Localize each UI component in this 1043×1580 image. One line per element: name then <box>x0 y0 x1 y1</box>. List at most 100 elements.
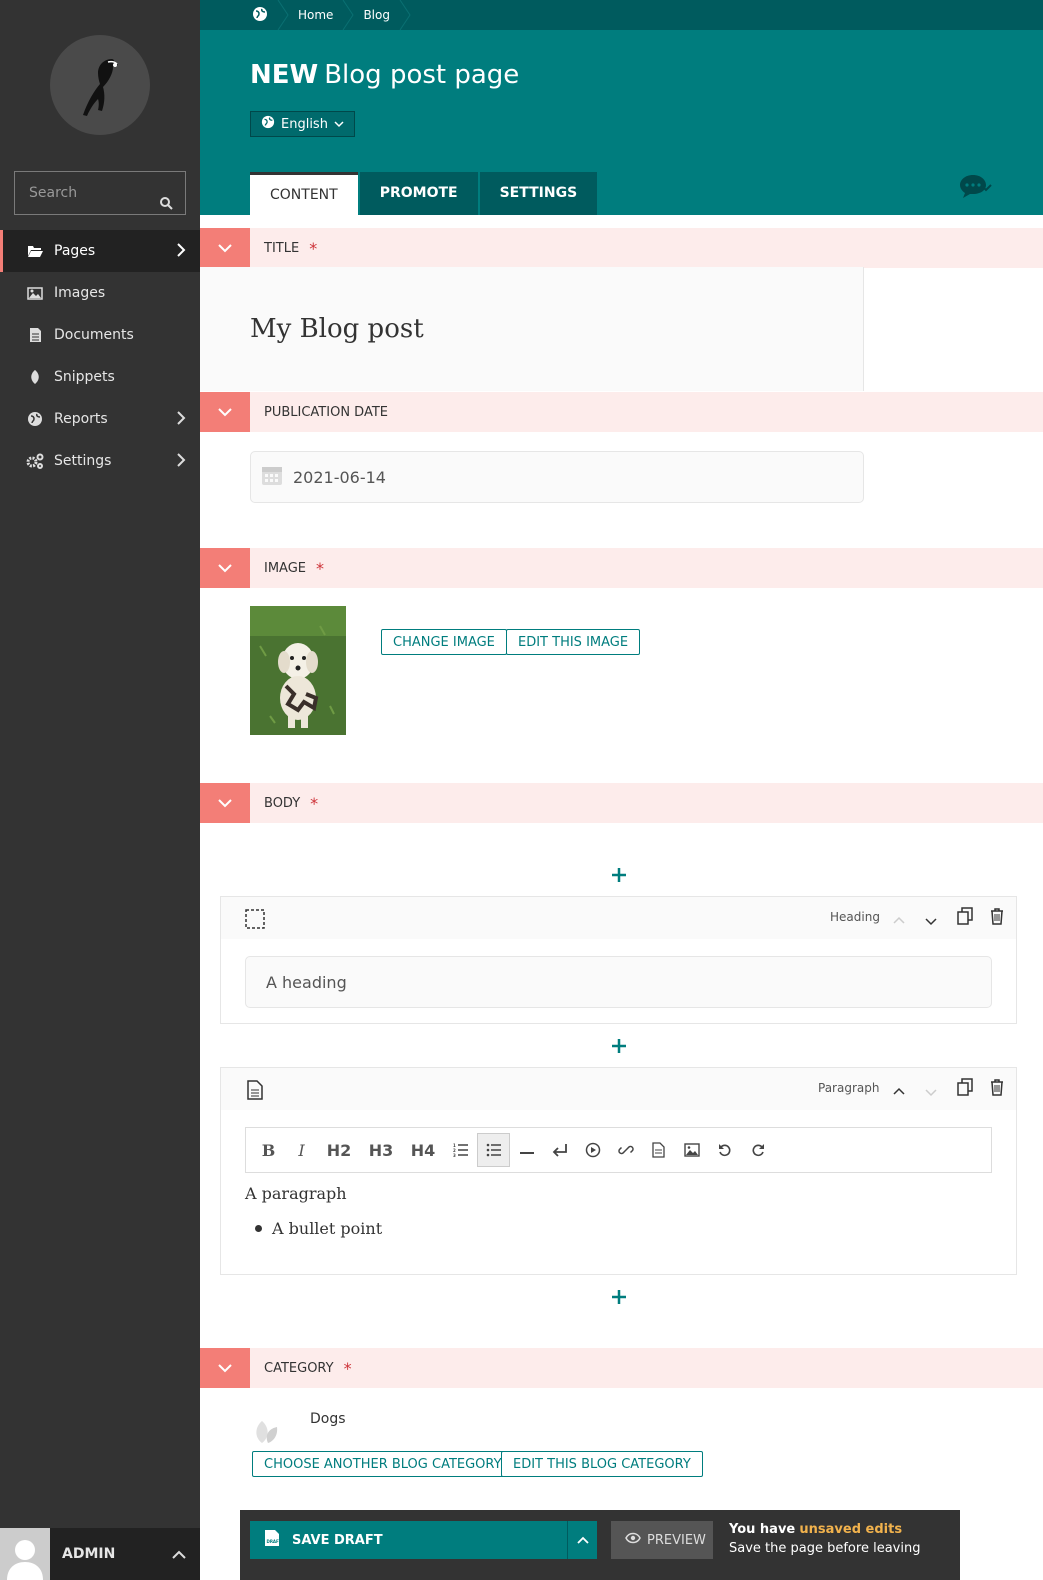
snippet-icon <box>252 1417 280 1449</box>
title-input[interactable]: My Blog post <box>200 267 864 391</box>
heading-input[interactable]: A heading <box>245 956 992 1008</box>
doc-icon <box>26 327 44 343</box>
main-content: Home Blog NEW Blog post page English CONT… <box>200 0 1043 1580</box>
block-header: Heading <box>221 897 1016 939</box>
user-name: ADMIN <box>62 1546 116 1562</box>
globe-icon[interactable] <box>252 6 268 25</box>
section-body-header: BODY * <box>200 783 1043 823</box>
duplicate-icon[interactable] <box>957 907 973 929</box>
tab-content[interactable]: CONTENT <box>250 172 358 215</box>
sidebar-item-pages[interactable]: Pages <box>0 230 200 272</box>
preview-button[interactable]: PREVIEW <box>611 1521 713 1559</box>
breadcrumb-home[interactable]: Home <box>298 8 333 22</box>
collapse-toggle[interactable] <box>200 783 250 823</box>
date-input[interactable]: 2021-06-14 <box>250 451 864 503</box>
horizontal-rule-icon[interactable] <box>510 1133 543 1167</box>
chevron-down-icon <box>334 117 344 132</box>
svg-text:DRAFT: DRAFT <box>267 1539 281 1544</box>
bullet-item[interactable]: A bullet point <box>255 1219 1016 1238</box>
document-icon[interactable] <box>642 1133 675 1167</box>
globe-icon <box>261 115 275 133</box>
h3-button[interactable]: H3 <box>360 1133 402 1167</box>
edit-image-button[interactable]: EDIT THIS IMAGE <box>506 629 641 655</box>
line-break-icon[interactable] <box>543 1133 576 1167</box>
move-up-icon[interactable] <box>892 911 906 930</box>
breadcrumb: Home Blog <box>200 0 1043 31</box>
sidebar: Search Pages Images Documents Snippets R… <box>0 0 200 1580</box>
change-image-button[interactable]: CHANGE IMAGE <box>381 629 507 655</box>
more-actions-toggle[interactable] <box>567 1521 597 1559</box>
search-input[interactable]: Search <box>14 171 186 215</box>
chevron-up-icon <box>172 1545 186 1564</box>
sidebar-item-reports[interactable]: Reports <box>0 398 200 440</box>
bold-button[interactable]: B <box>252 1133 285 1167</box>
h4-button[interactable]: H4 <box>402 1133 444 1167</box>
section-date-header: PUBLICATION DATE <box>200 392 1043 432</box>
undo-icon[interactable] <box>708 1133 741 1167</box>
paragraph-text[interactable]: A paragraph <box>245 1184 1016 1203</box>
sidebar-item-documents[interactable]: Documents <box>0 314 200 356</box>
locale-switcher[interactable]: English <box>250 111 355 137</box>
save-draft-button[interactable]: DRAFT SAVE DRAFT <box>250 1521 597 1559</box>
collapse-toggle[interactable] <box>200 1348 250 1388</box>
image-icon <box>26 286 44 300</box>
eye-icon <box>625 1532 641 1548</box>
sidebar-item-snippets[interactable]: Snippets <box>0 356 200 398</box>
search-icon[interactable] <box>159 185 173 227</box>
sidebar-item-settings[interactable]: Settings <box>0 440 200 482</box>
page-title: NEW Blog post page <box>250 60 520 90</box>
h2-button[interactable]: H2 <box>318 1133 360 1167</box>
italic-button[interactable]: I <box>285 1133 318 1167</box>
breadcrumb-separator <box>398 0 412 31</box>
embed-icon[interactable] <box>576 1133 609 1167</box>
tab-bar: CONTENT PROMOTE SETTINGS <box>250 172 599 215</box>
folder-open-icon <box>26 244 44 258</box>
rich-text-toolbar: B I H2 H3 H4 123 <box>245 1127 992 1173</box>
page-header: Home Blog NEW Blog post page English CONT… <box>200 0 1043 215</box>
section-image-header: IMAGE * <box>200 548 1043 588</box>
move-down-icon[interactable] <box>924 911 938 930</box>
block-header: Paragraph <box>221 1068 1016 1110</box>
paragraph-block: Paragraph B I H2 H3 H4 123 A paragraph A… <box>220 1067 1017 1275</box>
heading-block-icon <box>245 909 265 933</box>
heading-block: Heading A heading <box>220 896 1017 1024</box>
wagtail-logo[interactable] <box>50 35 150 135</box>
delete-icon[interactable] <box>990 907 1004 929</box>
globe-icon <box>26 411 44 427</box>
avatar <box>0 1528 50 1580</box>
collapse-toggle[interactable] <box>200 548 250 588</box>
link-icon[interactable] <box>609 1133 642 1167</box>
ordered-list-icon[interactable]: 123 <box>444 1133 477 1167</box>
svg-text:3: 3 <box>453 1153 456 1157</box>
collapse-toggle[interactable] <box>200 392 250 432</box>
chevron-down-icon[interactable] <box>979 178 993 197</box>
delete-icon[interactable] <box>990 1078 1004 1100</box>
duplicate-icon[interactable] <box>957 1078 973 1100</box>
add-block-button[interactable] <box>607 1034 631 1058</box>
add-block-button[interactable] <box>607 863 631 887</box>
paragraph-block-icon <box>247 1080 263 1104</box>
tab-settings[interactable]: SETTINGS <box>479 172 598 215</box>
chevron-right-icon <box>176 411 186 429</box>
breadcrumb-separator <box>341 0 355 31</box>
redo-icon[interactable] <box>741 1133 774 1167</box>
unsaved-notice: You have unsaved edits Save the page bef… <box>729 1522 921 1556</box>
bullet-list-icon[interactable] <box>477 1133 510 1167</box>
breadcrumb-blog[interactable]: Blog <box>363 8 390 22</box>
section-category-header: CATEGORY * <box>200 1348 1043 1388</box>
image-icon[interactable] <box>675 1133 708 1167</box>
sidebar-item-images[interactable]: Images <box>0 272 200 314</box>
main-nav: Pages Images Documents Snippets Reports … <box>0 230 200 482</box>
edit-category-button[interactable]: EDIT THIS BLOG CATEGORY <box>501 1451 703 1477</box>
account-menu[interactable]: ADMIN <box>0 1528 200 1580</box>
save-draft-icon: DRAFT <box>264 1529 282 1551</box>
bullet-dot <box>255 1225 262 1232</box>
move-down-icon[interactable] <box>924 1082 938 1101</box>
action-footer: DRAFT SAVE DRAFT PREVIEW You have unsave… <box>240 1510 960 1580</box>
collapse-toggle[interactable] <box>200 228 250 268</box>
move-up-icon[interactable] <box>892 1082 906 1101</box>
add-block-button[interactable] <box>607 1285 631 1309</box>
calendar-icon <box>261 464 283 490</box>
tab-promote[interactable]: PROMOTE <box>359 172 478 215</box>
choose-category-button[interactable]: CHOOSE ANOTHER BLOG CATEGORY <box>252 1451 514 1477</box>
